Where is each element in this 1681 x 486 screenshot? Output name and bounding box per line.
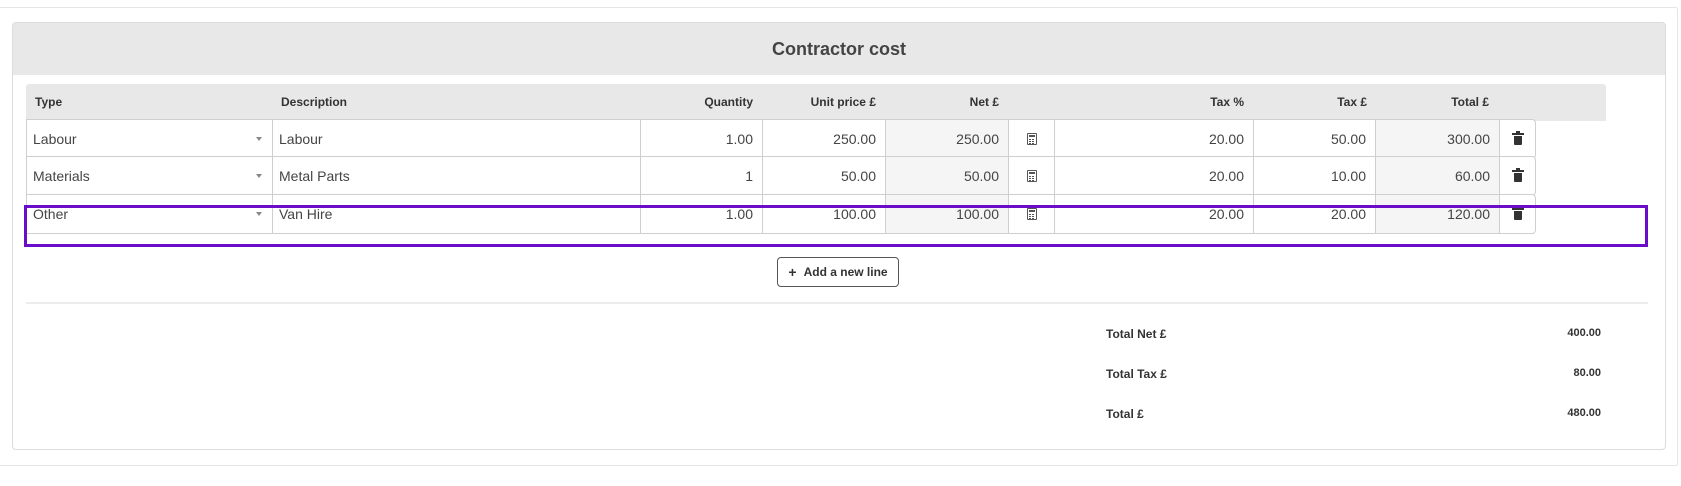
type-select-value: Other [33,206,69,222]
calculator-icon [1026,133,1037,145]
total-net-label: Total Net £ [1106,327,1167,341]
trash-icon [1511,131,1524,145]
column-header-tax: Tax £ [1337,95,1367,109]
total-net-value: 400.00 [1567,327,1601,339]
divider [26,302,1648,304]
grand-total-value: 480.00 [1567,407,1601,419]
calculator-icon [1026,208,1037,220]
chevron-down-icon [256,212,262,216]
net-value: 100.00 [885,194,1009,234]
quantity-input[interactable]: 1.00 [640,119,763,159]
trash-icon [1511,206,1524,220]
column-header-unit-price: Unit price £ [810,95,876,109]
tax-percent-input[interactable]: 20.00 [1054,119,1254,159]
chevron-down-icon [256,137,262,141]
description-input[interactable]: Metal Parts [272,156,641,196]
add-line-label: Add a new line [803,265,888,279]
table-row: Labour Labour 1.00 250.00 250.00 20.00 5… [26,119,1660,159]
type-select[interactable]: Labour [26,119,273,159]
trash-icon [1511,168,1524,182]
tax-percent-input[interactable]: 20.00 [1054,194,1254,234]
tax-input[interactable]: 20.00 [1253,194,1376,234]
quantity-input[interactable]: 1 [640,156,763,196]
table-row: Materials Metal Parts 1 50.00 50.00 20.0… [26,156,1660,196]
column-header-quantity: Quantity [704,95,753,109]
card-title: Contractor cost [13,23,1665,75]
tax-percent-input[interactable]: 20.00 [1054,156,1254,196]
delete-row-button[interactable] [1499,119,1536,159]
table-row: Other Van Hire 1.00 100.00 100.00 20.00 … [26,194,1660,234]
unit-price-input[interactable]: 250.00 [762,119,886,159]
calculator-button[interactable] [1008,194,1055,234]
type-select[interactable]: Other [26,194,273,234]
calculator-button[interactable] [1008,119,1055,159]
column-header-description: Description [281,95,348,109]
tax-input[interactable]: 50.00 [1253,119,1376,159]
type-select[interactable]: Materials [26,156,273,196]
quantity-input[interactable]: 1.00 [640,194,763,234]
total-value: 60.00 [1375,156,1500,196]
delete-row-button[interactable] [1499,156,1536,196]
table-header: Type Description Quantity Unit price £ N… [26,84,1606,121]
delete-row-button[interactable] [1499,194,1536,234]
net-value: 50.00 [885,156,1009,196]
total-tax-label: Total Tax £ [1106,367,1167,381]
column-header-total: Total £ [1451,95,1489,109]
column-header-tax-percent: Tax % [1210,95,1244,109]
total-tax-value: 80.00 [1573,367,1601,379]
column-header-type: Type [35,95,63,109]
description-input[interactable]: Labour [272,119,641,159]
type-select-value: Labour [33,131,77,147]
plus-icon: + [788,264,797,280]
column-header-net: Net £ [969,95,999,109]
chevron-down-icon [256,174,262,178]
net-value: 250.00 [885,119,1009,159]
unit-price-input[interactable]: 100.00 [762,194,886,234]
type-select-value: Materials [33,168,90,184]
add-line-button[interactable]: + Add a new line [777,257,899,287]
tax-input[interactable]: 10.00 [1253,156,1376,196]
description-input[interactable]: Van Hire [272,194,641,234]
calculator-button[interactable] [1008,156,1055,196]
grand-total-label: Total £ [1106,407,1144,421]
total-value: 120.00 [1375,194,1500,234]
calculator-icon [1026,170,1037,182]
unit-price-input[interactable]: 50.00 [762,156,886,196]
total-value: 300.00 [1375,119,1500,159]
